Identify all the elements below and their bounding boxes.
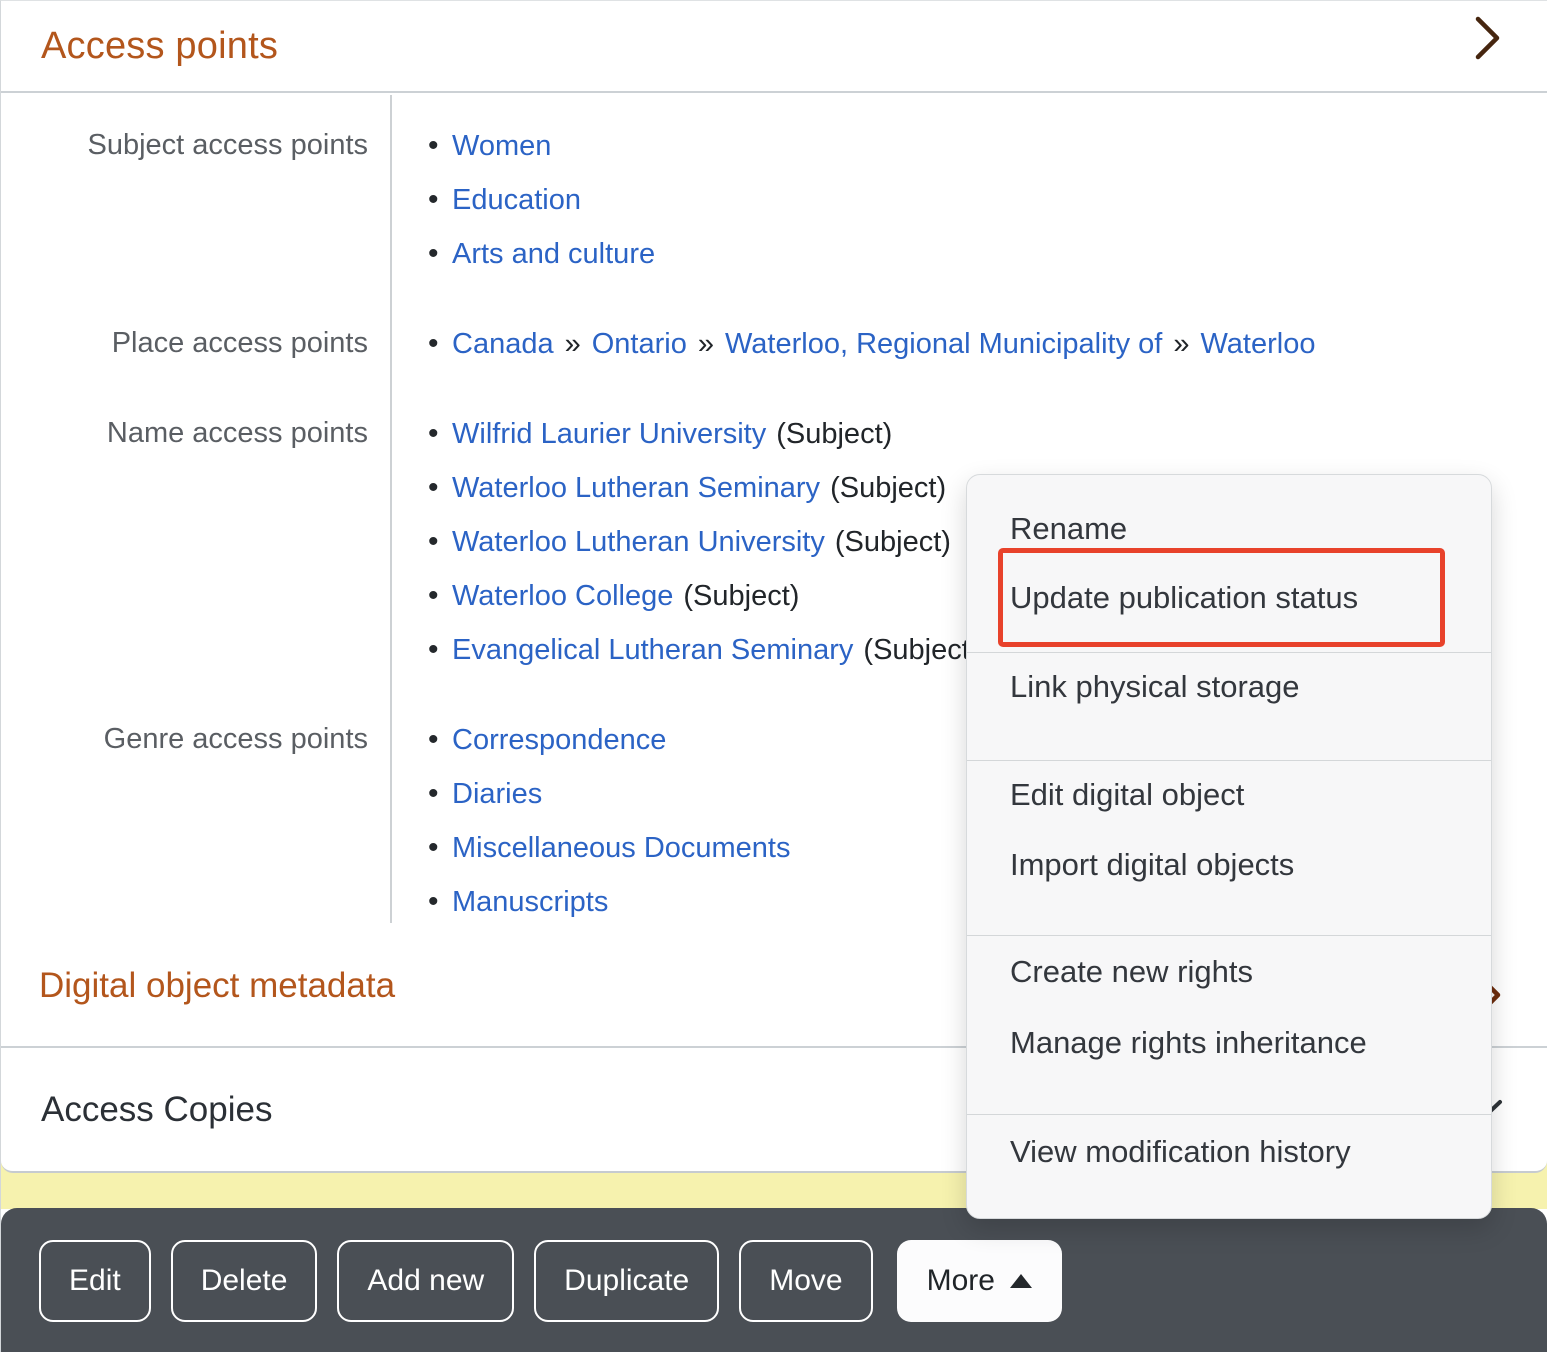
bottom-toolbar: Edit Delete Add new Duplicate Move More: [1, 1208, 1547, 1352]
row-label: Genre access points: [1, 713, 390, 766]
bullet-icon: [428, 623, 452, 677]
row-label: Subject access points: [1, 119, 390, 172]
bullet-icon: [428, 767, 452, 821]
menu-item-edit-digital-object[interactable]: Edit digital object: [1010, 775, 1475, 815]
menu-item-rename[interactable]: Rename: [1010, 509, 1475, 549]
name-access-point-link[interactable]: Evangelical Lutheran Seminary: [452, 624, 853, 677]
genre-access-point-link[interactable]: Correspondence: [452, 714, 666, 767]
list-item: Evangelical Lutheran Seminary (Subject): [428, 623, 979, 677]
bullet-icon: [428, 569, 452, 623]
breadcrumb: Canada » Ontario » Waterloo, Regional Mu…: [428, 317, 1315, 371]
record-view-page: Access points Subject access points Wome…: [0, 0, 1547, 1352]
more-button-label: More: [927, 1264, 995, 1298]
edit-button[interactable]: Edit: [39, 1240, 151, 1322]
list-item: Correspondence: [428, 713, 790, 767]
genre-access-point-link[interactable]: Diaries: [452, 768, 542, 821]
bullet-icon: [428, 227, 452, 281]
table-row-place-access-points: Place access points Canada » Ontario » W…: [1, 317, 1547, 371]
bullet-icon: [428, 515, 452, 569]
bullet-icon: [428, 875, 452, 929]
caret-up-icon: [1010, 1274, 1032, 1288]
more-button[interactable]: More: [897, 1240, 1062, 1322]
add-new-button[interactable]: Add new: [337, 1240, 514, 1322]
subject-qualifier: (Subject): [830, 462, 946, 515]
place-access-point-link[interactable]: Waterloo: [1200, 318, 1315, 371]
bullet-icon: [428, 713, 452, 767]
genre-access-point-link[interactable]: Miscellaneous Documents: [452, 822, 790, 875]
table-row-subject-access-points: Subject access points Women Education Ar…: [1, 119, 1547, 281]
bullet-icon: [428, 821, 452, 875]
delete-button[interactable]: Delete: [171, 1240, 318, 1322]
subject-qualifier: (Subject): [683, 570, 799, 623]
breadcrumb-separator: »: [565, 318, 581, 371]
list-item: Waterloo Lutheran University (Subject): [428, 515, 979, 569]
breadcrumb-separator: »: [698, 318, 714, 371]
name-access-point-link[interactable]: Waterloo College: [452, 570, 673, 623]
bullet-icon: [428, 461, 452, 515]
access-points-title: Access points: [41, 25, 278, 68]
more-context-menu: Rename Update publication status Link ph…: [966, 474, 1492, 1219]
chevron-right-icon[interactable]: [1474, 15, 1502, 66]
list-item: Waterloo Lutheran Seminary (Subject): [428, 461, 979, 515]
list-item: Manuscripts: [428, 875, 790, 929]
menu-divider: [967, 760, 1491, 761]
column-divider: [390, 95, 392, 923]
list-item: Waterloo College (Subject): [428, 569, 979, 623]
section-access-points-header: Access points: [1, 1, 1547, 93]
menu-divider: [967, 1114, 1491, 1115]
bullet-icon: [428, 173, 452, 227]
menu-item-manage-rights-inheritance[interactable]: Manage rights inheritance: [1010, 1023, 1475, 1063]
bullet-icon: [428, 407, 452, 461]
menu-item-view-modification-history[interactable]: View modification history: [1010, 1132, 1475, 1172]
subject-qualifier: (Subject): [776, 408, 892, 461]
subject-access-point-link[interactable]: Education: [452, 174, 581, 227]
menu-item-link-physical-storage[interactable]: Link physical storage: [1010, 667, 1475, 707]
digital-object-metadata-title: Digital object metadata: [39, 966, 395, 1006]
place-access-point-link[interactable]: Waterloo, Regional Municipality of: [725, 318, 1162, 371]
access-copies-title: Access Copies: [41, 1090, 272, 1130]
name-access-point-link[interactable]: Waterloo Lutheran Seminary: [452, 462, 820, 515]
row-label: Place access points: [1, 317, 390, 370]
name-access-point-link[interactable]: Wilfrid Laurier University: [452, 408, 766, 461]
bullet-icon: [428, 119, 452, 173]
list-item: Miscellaneous Documents: [428, 821, 790, 875]
subject-access-point-link[interactable]: Women: [452, 120, 551, 173]
duplicate-button[interactable]: Duplicate: [534, 1240, 719, 1322]
row-label: Name access points: [1, 407, 390, 460]
subject-access-point-link[interactable]: Arts and culture: [452, 228, 655, 281]
menu-item-update-publication-status highlight-box[interactable]: Update publication status: [998, 548, 1445, 647]
move-button[interactable]: Move: [739, 1240, 872, 1322]
list-item: Diaries: [428, 767, 790, 821]
list-item: Wilfrid Laurier University (Subject): [428, 407, 979, 461]
menu-divider: [967, 652, 1491, 653]
genre-access-point-link[interactable]: Manuscripts: [452, 876, 608, 929]
subject-qualifier: (Subject): [863, 624, 979, 677]
bullet-icon: [428, 317, 452, 371]
name-access-point-link[interactable]: Waterloo Lutheran University: [452, 516, 825, 569]
place-access-point-link[interactable]: Canada: [452, 318, 554, 371]
menu-divider: [967, 935, 1491, 936]
list-item: Education: [428, 173, 655, 227]
list-item: Women: [428, 119, 655, 173]
subject-qualifier: (Subject): [835, 516, 951, 569]
list-item: Arts and culture: [428, 227, 655, 281]
menu-item-import-digital-objects[interactable]: Import digital objects: [1010, 845, 1475, 885]
menu-item-create-new-rights[interactable]: Create new rights: [1010, 952, 1475, 992]
place-access-point-link[interactable]: Ontario: [592, 318, 687, 371]
breadcrumb-separator: »: [1173, 318, 1189, 371]
